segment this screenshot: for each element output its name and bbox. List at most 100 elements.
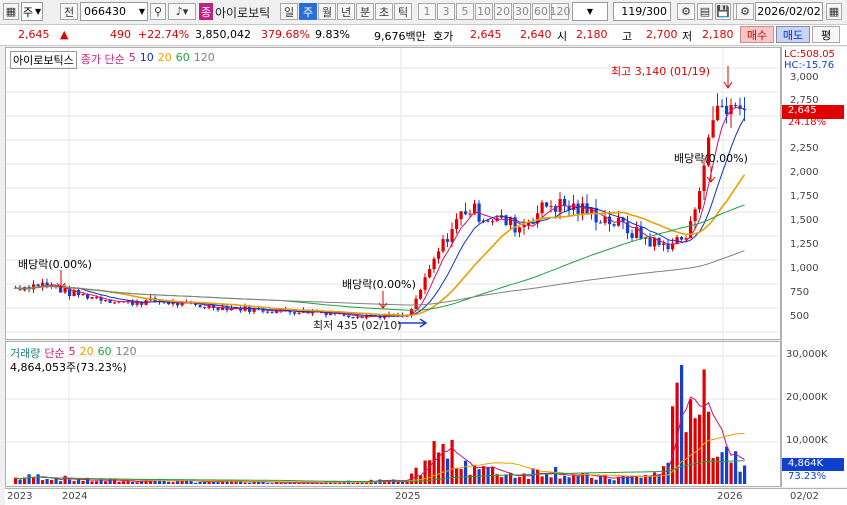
stock-name[interactable]: 아이로보틱 xyxy=(215,4,270,21)
candle-body xyxy=(599,222,603,224)
volume-bar xyxy=(464,460,468,484)
interval-button-5[interactable]: 30 xyxy=(513,3,531,20)
volume-bar xyxy=(594,479,598,484)
volume-bar xyxy=(59,481,63,484)
volume-bar xyxy=(189,480,193,484)
ma5-label: 5 xyxy=(128,51,136,64)
search-icon[interactable]: ⚲ xyxy=(150,3,166,20)
interval-select[interactable]: ▼ xyxy=(572,2,608,21)
interval-button-0[interactable]: 1 xyxy=(418,3,436,20)
candle-body xyxy=(648,237,652,247)
interval-button-6[interactable]: 60 xyxy=(532,3,550,20)
volume-bar xyxy=(711,458,715,484)
layout-icon[interactable]: ▦ xyxy=(3,3,19,20)
price-chart[interactable] xyxy=(6,48,780,339)
candle-body xyxy=(266,311,270,313)
volume-bar xyxy=(77,479,81,484)
low-annotation: 최저 435 (02/10) xyxy=(313,319,402,332)
interval-button-3[interactable]: 10 xyxy=(475,3,493,20)
ma120-label: 120 xyxy=(193,51,215,64)
volume-tick-1: 20,000K xyxy=(786,392,828,403)
interval-button-7[interactable]: 120 xyxy=(550,3,571,20)
volume-bar xyxy=(198,481,202,484)
candle-body xyxy=(540,202,544,214)
volume: 3,850,042 xyxy=(195,28,251,41)
candle-body xyxy=(293,312,297,314)
current-volume-pct: 73.23% xyxy=(788,471,827,482)
candle-body xyxy=(297,312,301,314)
volume-bar xyxy=(549,477,553,484)
current-volume-marker: 4,864K xyxy=(782,458,844,471)
volume-bar xyxy=(248,482,252,484)
candle-body xyxy=(594,207,598,223)
candle-body xyxy=(203,306,207,308)
chart-stock-name[interactable]: 아이로보틱스 xyxy=(10,51,77,69)
period-button-4[interactable]: 분 xyxy=(356,3,374,20)
period-button-6[interactable]: 틱 xyxy=(394,3,412,20)
candle-body xyxy=(491,221,495,223)
volume-bar xyxy=(554,467,558,484)
candle-body xyxy=(441,239,445,252)
vol-ma5-line xyxy=(15,396,745,484)
interval-button-4[interactable]: 20 xyxy=(494,3,512,20)
candle-body xyxy=(630,233,634,238)
candle-body xyxy=(45,282,49,285)
gear-icon[interactable]: ⚙ xyxy=(736,3,754,20)
candle-body xyxy=(563,198,567,206)
change-percent: +22.74% xyxy=(138,28,190,41)
turnover: 9.83% xyxy=(315,28,350,41)
volume-bar xyxy=(518,477,522,484)
volume-bar xyxy=(270,483,274,484)
volume-bar xyxy=(545,473,549,484)
interval-button-1[interactable]: 3 xyxy=(437,3,455,20)
interval-button-2[interactable]: 5 xyxy=(456,3,474,20)
candle-body xyxy=(113,302,117,304)
settings-tools-icon[interactable]: ⚙ xyxy=(677,3,695,20)
hoga-label: 호가 xyxy=(433,30,454,43)
code-input[interactable]: 066430 ▼ xyxy=(80,2,148,21)
price-chart-panel[interactable]: 아이로보틱스 종가 단순 5 10 20 60 120 최고 3,140 (01… xyxy=(5,47,781,340)
candle-body xyxy=(486,220,490,222)
volume-bar xyxy=(648,476,652,484)
candle-body xyxy=(36,284,40,287)
volume-bar xyxy=(572,475,576,484)
calendar-icon[interactable]: ▦ xyxy=(826,3,842,20)
eval-button[interactable]: 평 xyxy=(812,26,840,43)
volume-bar xyxy=(639,477,643,484)
price-tick-7: 1,000 xyxy=(790,263,819,274)
quote-bar: 2,645 ▲ 490 +22.74% 3,850,042 379.68% 9.… xyxy=(0,25,847,46)
dividend-annotation-2: 배당락(0.00%) xyxy=(342,278,416,291)
volume-bar xyxy=(590,478,594,484)
candle-body xyxy=(653,238,657,247)
candle-body xyxy=(576,203,580,214)
chevron-down-icon[interactable]: ▼ xyxy=(139,7,145,16)
open-price: 2,180 xyxy=(576,28,608,41)
date-field[interactable]: 2026/02/02 xyxy=(755,2,823,21)
volume-bar xyxy=(90,481,94,484)
price-tick-4: 1,750 xyxy=(790,191,819,202)
speaker-icon[interactable]: ♪▾ xyxy=(168,3,196,20)
chart-tool-icon[interactable]: ▤ xyxy=(697,3,713,20)
period-button-1[interactable]: 주 xyxy=(299,3,317,20)
x-label-2023: 2023 xyxy=(7,491,33,502)
period-button-2[interactable]: 월 xyxy=(318,3,336,20)
volume-bar xyxy=(635,475,639,484)
volume-bar xyxy=(284,483,288,484)
volume-chart-panel[interactable]: 거래량 단순 5 20 60 120 4,864,053주(73.23%) xyxy=(5,341,781,487)
volume-bar xyxy=(563,475,567,484)
sell-button[interactable]: 매도 xyxy=(776,26,810,43)
count-field[interactable]: 119/300 xyxy=(613,2,671,21)
buy-button[interactable]: 매수 xyxy=(740,26,774,43)
period-button-3[interactable]: 년 xyxy=(337,3,355,20)
save-icon[interactable]: 💾 xyxy=(715,3,731,20)
volume-bar xyxy=(743,465,747,484)
market-select[interactable]: 주 ▼ xyxy=(21,2,43,21)
period-button-5[interactable]: 초 xyxy=(375,3,393,20)
candle-body xyxy=(270,312,274,314)
toolbar: ▦ 주 ▼ 전 066430 ▼ ⚲ ♪▾ 종 아이로보틱 일주월년분초틱 1351… xyxy=(0,0,847,25)
ma20-label: 20 xyxy=(157,51,172,64)
volume-bar xyxy=(122,481,126,484)
volume-bar xyxy=(63,475,67,484)
prev-button[interactable]: 전 xyxy=(60,3,78,20)
period-button-0[interactable]: 일 xyxy=(280,3,298,20)
